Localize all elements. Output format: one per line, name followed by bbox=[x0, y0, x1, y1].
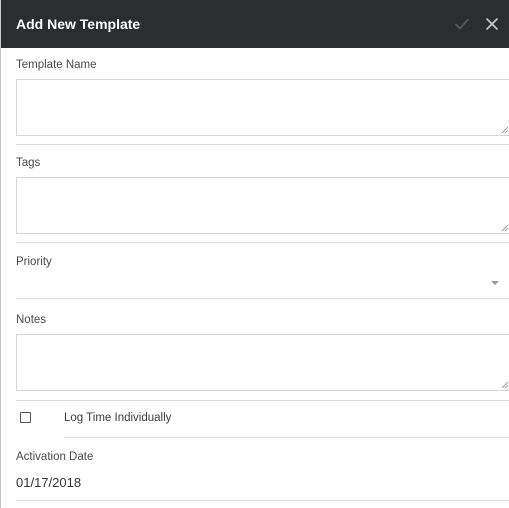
template-name-label: Template Name bbox=[16, 59, 97, 71]
dropdown-arrow-icon bbox=[491, 281, 499, 285]
resize-grip-icon[interactable] bbox=[502, 225, 508, 231]
divider bbox=[16, 400, 509, 401]
activation-date-label: Activation Date bbox=[16, 451, 94, 463]
template-name-input[interactable] bbox=[16, 79, 509, 136]
resize-grip-icon[interactable] bbox=[502, 127, 508, 133]
dialog-header: Add New Template bbox=[1, 0, 509, 48]
divider bbox=[16, 500, 509, 501]
priority-select[interactable] bbox=[16, 272, 509, 296]
dialog-title: Add New Template bbox=[16, 16, 141, 32]
resize-grip-icon[interactable] bbox=[502, 382, 508, 388]
log-time-label[interactable]: Log Time Individually bbox=[64, 411, 171, 425]
activation-date-input[interactable]: 01/17/2018 bbox=[16, 475, 81, 491]
close-button[interactable] bbox=[484, 16, 500, 32]
divider bbox=[64, 437, 509, 438]
priority-label: Priority bbox=[16, 256, 52, 268]
divider bbox=[16, 242, 509, 243]
notes-label: Notes bbox=[16, 314, 47, 326]
notes-input[interactable] bbox=[16, 334, 509, 391]
divider bbox=[16, 144, 509, 145]
checkmark-icon bbox=[455, 18, 469, 30]
close-icon bbox=[486, 18, 498, 30]
log-time-checkbox[interactable] bbox=[20, 412, 31, 423]
tags-input[interactable] bbox=[16, 177, 509, 234]
confirm-button[interactable] bbox=[454, 16, 470, 32]
tags-label: Tags bbox=[16, 157, 41, 169]
divider bbox=[16, 298, 509, 299]
add-template-dialog: Add New Template Template Name Tags Prio… bbox=[0, 0, 509, 508]
